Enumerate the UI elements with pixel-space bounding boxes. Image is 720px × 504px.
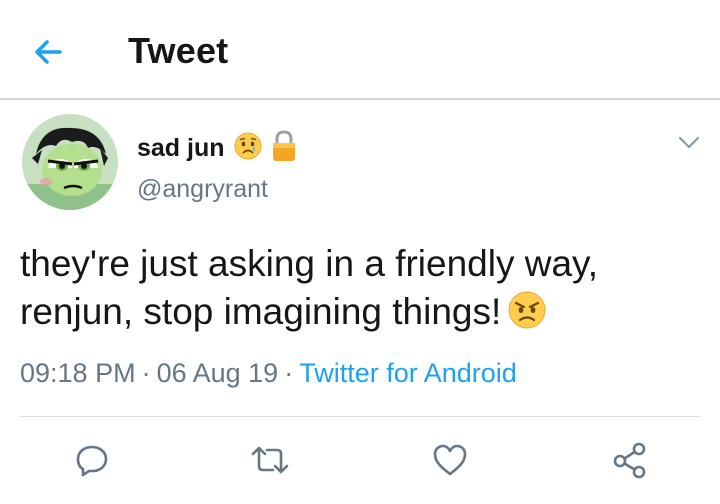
- reply-button[interactable]: [72, 440, 112, 480]
- tweet-time: 09:18 PM: [20, 358, 136, 388]
- display-name-row[interactable]: sad jun: [137, 128, 297, 168]
- like-button[interactable]: [430, 440, 470, 480]
- tweet-text-line-2: renjun, stop imagining things!: [20, 288, 700, 342]
- tweet-text: they're just asking in a friendly way, r…: [20, 240, 700, 342]
- tweet-text-line-1: they're just asking in a friendly way,: [20, 243, 599, 284]
- user-handle[interactable]: @angryrant: [137, 175, 268, 204]
- retweet-icon: [251, 446, 289, 474]
- reply-icon: [76, 445, 108, 477]
- top-bar: Tweet: [0, 0, 720, 100]
- tweet-date: 06 Aug 19: [156, 358, 279, 388]
- tweet-detail-screen: Tweet sad jun @angryrant they're just as…: [0, 0, 720, 504]
- avatar-image: [22, 114, 118, 210]
- tweet-text-line-2-text: renjun, stop imagining things!: [20, 291, 502, 332]
- chevron-down-icon: [678, 136, 700, 149]
- share-button[interactable]: [610, 440, 650, 480]
- meta-separator: ·: [284, 358, 294, 388]
- retweet-button[interactable]: [250, 440, 290, 480]
- more-options-button[interactable]: [674, 130, 704, 156]
- page-title: Tweet: [128, 30, 229, 71]
- lock-icon: [271, 129, 297, 167]
- meta-separator: ·: [141, 358, 151, 388]
- arrow-left-icon: [35, 40, 62, 64]
- display-name: sad jun: [137, 133, 225, 162]
- sad-tear-face-emoji: [233, 131, 263, 166]
- tweet-meta: 09:18 PM · 06 Aug 19 · Twitter for Android: [20, 358, 517, 389]
- back-button[interactable]: [30, 34, 66, 70]
- angry-face-emoji: [507, 290, 547, 342]
- divider: [20, 416, 700, 417]
- share-icon: [613, 442, 646, 479]
- avatar[interactable]: [22, 114, 118, 210]
- tweet-source-link[interactable]: Twitter for Android: [299, 358, 517, 388]
- like-icon: [433, 444, 467, 476]
